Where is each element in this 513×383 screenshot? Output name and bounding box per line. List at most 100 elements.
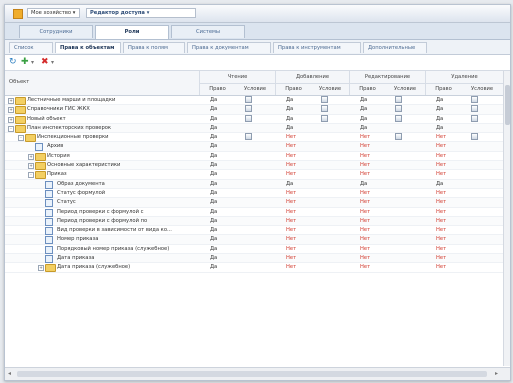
collapse-icon[interactable]: -: [8, 125, 14, 132]
right-value[interactable]: Да: [360, 180, 367, 188]
right-value[interactable]: Да: [210, 96, 217, 104]
table-row[interactable]: Вид проверки в зависимости от вида ко...…: [5, 226, 503, 236]
right-value[interactable]: Нет: [436, 226, 446, 234]
table-row[interactable]: Период проверки с формулой с Да Нет Нет Нет: [5, 208, 503, 217]
table-row[interactable]: + История Да Нет Нет Нет: [5, 152, 503, 162]
condition-cell[interactable]: [321, 105, 328, 113]
tab-employees[interactable]: Сотрудники: [19, 25, 93, 38]
table-row[interactable]: Статус Да Нет Нет Нет: [5, 198, 503, 208]
object-name[interactable]: Лестничные марши и площадки: [27, 96, 115, 104]
table-row[interactable]: Дата приказа Да Нет Нет Нет: [5, 254, 503, 264]
right-value[interactable]: Нет: [286, 263, 296, 271]
right-value[interactable]: Нет: [436, 133, 446, 141]
right-value[interactable]: Да: [360, 124, 367, 132]
condition-icon[interactable]: [471, 96, 478, 103]
right-value[interactable]: Да: [210, 161, 217, 169]
right-value[interactable]: Нет: [286, 161, 296, 169]
right-value[interactable]: Нет: [286, 226, 296, 234]
vertical-scrollbar[interactable]: [503, 71, 510, 366]
condition-cell[interactable]: [395, 133, 402, 141]
right-value[interactable]: Нет: [360, 226, 370, 234]
object-name[interactable]: Приказ: [47, 170, 67, 178]
right-value[interactable]: Нет: [360, 198, 370, 206]
right-value[interactable]: Нет: [360, 161, 370, 169]
condition-cell[interactable]: [471, 105, 478, 113]
scroll-right-icon[interactable]: ▸: [495, 370, 498, 377]
add-icon[interactable]: ✚: [21, 57, 29, 68]
expand-icon[interactable]: +: [8, 116, 14, 123]
condition-icon[interactable]: [395, 114, 402, 122]
right-value[interactable]: Нет: [360, 217, 370, 225]
table-row[interactable]: + Лестничные марши и площадки Да Да Да Да: [5, 96, 503, 106]
right-value[interactable]: Да: [210, 217, 217, 225]
right-value[interactable]: Нет: [360, 142, 370, 150]
right-value[interactable]: Нет: [436, 245, 446, 253]
delete-icon[interactable]: ✖: [41, 57, 49, 68]
right-value[interactable]: Нет: [360, 245, 370, 253]
right-value[interactable]: Нет: [436, 254, 446, 262]
right-value[interactable]: Да: [210, 263, 217, 271]
right-value[interactable]: Да: [210, 142, 217, 150]
condition-icon[interactable]: [245, 133, 252, 141]
add-dropdown-icon[interactable]: ▾: [31, 57, 34, 68]
condition-cell[interactable]: [321, 96, 328, 104]
right-value[interactable]: Нет: [360, 152, 370, 160]
tab-roles[interactable]: Роли: [95, 25, 169, 39]
right-value[interactable]: Да: [436, 105, 443, 113]
right-value[interactable]: Да: [360, 96, 367, 104]
right-value[interactable]: Нет: [360, 235, 370, 243]
delete-dropdown-icon[interactable]: ▾: [51, 57, 54, 68]
object-name[interactable]: Основные характеристики: [47, 161, 120, 169]
condition-cell[interactable]: [245, 133, 252, 141]
condition-icon[interactable]: [471, 114, 478, 122]
condition-cell[interactable]: [395, 96, 402, 104]
vertical-scroll-thumb[interactable]: [505, 85, 510, 125]
collapse-icon[interactable]: -: [18, 135, 24, 142]
right-value[interactable]: Нет: [360, 254, 370, 262]
right-value[interactable]: Да: [210, 133, 217, 141]
object-name[interactable]: Новый объект: [27, 115, 66, 123]
condition-cell[interactable]: [321, 114, 328, 123]
object-name[interactable]: Статус формулой: [57, 189, 105, 197]
condition-icon[interactable]: [321, 114, 328, 122]
subtab-tool-rights[interactable]: Права к инструментам: [273, 42, 361, 53]
right-value[interactable]: Нет: [286, 189, 296, 197]
right-value[interactable]: Нет: [436, 263, 446, 271]
right-value[interactable]: Да: [436, 180, 443, 188]
right-value[interactable]: Да: [286, 124, 293, 132]
right-value[interactable]: Да: [286, 96, 293, 104]
table-row[interactable]: Период проверки с формулой по Да Нет Нет Нет: [5, 216, 503, 227]
right-value[interactable]: Нет: [436, 208, 446, 216]
right-value[interactable]: Нет: [286, 217, 296, 225]
right-value[interactable]: Да: [436, 115, 443, 123]
condition-cell[interactable]: [245, 105, 252, 113]
condition-icon[interactable]: [321, 96, 328, 103]
right-value[interactable]: Да: [210, 208, 217, 216]
table-row[interactable]: + Дата приказа (служебное) Да Нет Нет Нет: [5, 263, 503, 273]
header-edit-right[interactable]: Право: [350, 86, 385, 92]
right-value[interactable]: Нет: [286, 235, 296, 243]
object-name[interactable]: Номер приказа: [57, 235, 98, 243]
subtab-list[interactable]: Список: [9, 42, 53, 53]
right-value[interactable]: Да: [210, 124, 217, 132]
object-name[interactable]: Дата приказа: [57, 254, 94, 262]
table-row[interactable]: Архив Да Нет Нет Нет: [5, 142, 503, 152]
right-value[interactable]: Нет: [286, 245, 296, 253]
object-name[interactable]: Образ документа: [57, 180, 105, 188]
horizontal-scroll-thumb[interactable]: [17, 371, 487, 377]
table-row[interactable]: + Основные характеристики Да Нет Нет Нет: [5, 161, 503, 171]
right-value[interactable]: Да: [210, 170, 217, 178]
object-name[interactable]: Статус: [57, 198, 76, 206]
object-name[interactable]: Вид проверки в зависимости от вида ко...: [57, 226, 172, 234]
right-value[interactable]: Да: [210, 254, 217, 262]
right-value[interactable]: Да: [210, 180, 217, 188]
header-delete-right[interactable]: Право: [426, 86, 461, 92]
header-edit-condition[interactable]: Условие: [385, 86, 425, 92]
right-value[interactable]: Нет: [286, 142, 296, 150]
condition-icon[interactable]: [245, 105, 252, 113]
right-value[interactable]: Нет: [436, 170, 446, 178]
expand-icon[interactable]: +: [38, 265, 44, 272]
condition-cell[interactable]: [245, 114, 252, 123]
right-value[interactable]: Нет: [360, 133, 370, 141]
right-value[interactable]: Нет: [360, 189, 370, 197]
